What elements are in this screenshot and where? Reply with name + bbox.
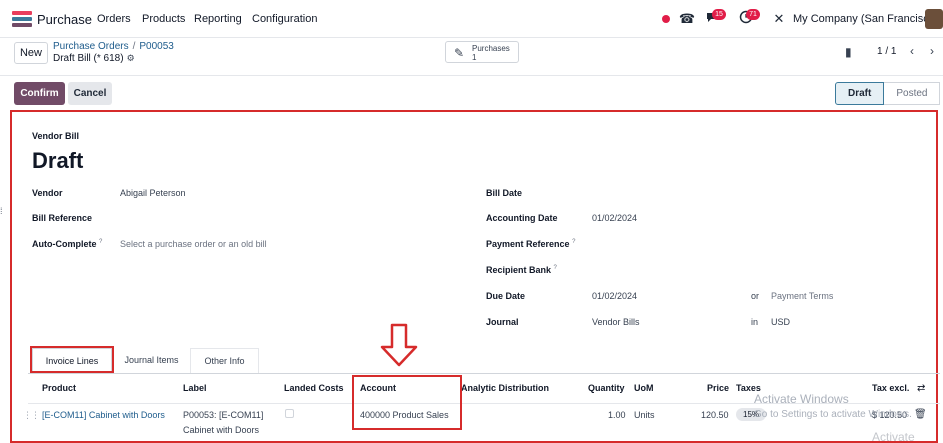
app-name[interactable]: Purchase	[37, 12, 92, 27]
user-avatar[interactable]	[925, 9, 943, 29]
bill-date-label: Bill Date	[486, 188, 523, 198]
recipient-bank-label: Recipient Bank ?	[486, 265, 557, 275]
payment-reference-label: Payment Reference ?	[486, 239, 575, 249]
column-settings-icon[interactable]: ⇄	[917, 383, 925, 394]
edit-document-icon: ✎	[454, 46, 465, 60]
menu-configuration[interactable]: Configuration	[252, 13, 317, 25]
bill-type-label: Vendor Bill	[32, 131, 80, 141]
chevron-left-icon[interactable]: ‹	[910, 44, 914, 58]
recipient-bank-label-text: Recipient Bank	[486, 265, 552, 275]
col-label[interactable]: Label	[183, 383, 207, 393]
purchases-smart-button[interactable]: ✎ Purchases 1	[445, 41, 519, 63]
auto-complete-label-text: Auto-Complete	[32, 239, 97, 249]
purchase-app-icon[interactable]	[12, 11, 32, 27]
bill-reference-label: Bill Reference	[32, 213, 93, 223]
help-mark-icon[interactable]: ?	[554, 265, 557, 271]
help-mark-icon[interactable]: ?	[99, 239, 102, 245]
watermark-corner: Activate	[872, 430, 915, 443]
journal-label: Journal	[486, 317, 519, 327]
annotation-box-invoice-lines	[30, 346, 114, 373]
row-product[interactable]: [E-COM11] Cabinet with Doors	[42, 410, 165, 420]
col-quantity[interactable]: Quantity	[588, 383, 625, 393]
trash-icon[interactable]: 🗑	[914, 409, 927, 420]
cancel-button[interactable]: Cancel	[68, 82, 112, 105]
bill-date-field[interactable]	[592, 188, 792, 200]
col-landed-costs[interactable]: Landed Costs	[284, 383, 344, 393]
menu-orders[interactable]: Orders	[97, 13, 131, 25]
menu-products[interactable]: Products	[142, 13, 185, 25]
col-analytic[interactable]: Analytic Distribution	[461, 383, 549, 393]
top-navbar: Purchase Orders Products Reporting Confi…	[0, 0, 943, 38]
auto-complete-field[interactable]: Select a purchase order or an old bill	[120, 239, 267, 249]
row-uom[interactable]: Units	[634, 410, 655, 420]
annotation-box-account	[352, 375, 462, 430]
record-name-text: Draft Bill (* 618)	[53, 53, 124, 64]
page-title: Draft	[32, 148, 84, 173]
or-label: or	[751, 291, 760, 301]
col-product[interactable]: Product	[42, 383, 76, 393]
activity-badge: 71	[746, 9, 760, 20]
auto-complete-label: Auto-Complete ?	[32, 239, 102, 249]
status-dot-icon	[662, 15, 670, 23]
status-bar: Draft Posted	[835, 82, 941, 105]
company-switcher[interactable]: My Company (San Francisco)	[793, 13, 939, 25]
landed-costs-checkbox[interactable]	[285, 409, 294, 418]
stage-posted[interactable]: Posted	[884, 82, 941, 105]
watermark-line2: Go to Settings to activate Windows.	[754, 409, 912, 420]
col-price[interactable]: Price	[707, 383, 729, 393]
row-quantity[interactable]: 1.00	[608, 410, 626, 420]
menu-reporting[interactable]: Reporting	[194, 13, 242, 25]
record-name: Draft Bill (* 618) ⚙	[53, 53, 135, 64]
left-edge-mark: ⁞	[0, 206, 3, 216]
pager-value[interactable]: 1 / 1	[877, 46, 896, 57]
stage-draft[interactable]: Draft	[835, 82, 885, 105]
tab-other-info[interactable]: Other Info	[190, 348, 259, 373]
col-uom[interactable]: UoM	[634, 383, 654, 393]
tabs-baseline	[28, 373, 940, 374]
row-label-line1[interactable]: P00053: [E-COM11]	[183, 410, 263, 420]
chevron-right-icon[interactable]: ›	[930, 44, 934, 58]
journal-field[interactable]: Vendor Bills	[592, 317, 640, 327]
vendor-label: Vendor	[32, 188, 63, 198]
chat-badge: 15	[712, 9, 726, 20]
accounting-date-field[interactable]: 01/02/2024	[592, 213, 637, 223]
help-mark-icon[interactable]: ?	[572, 239, 575, 245]
smart-button-label: Purchases	[472, 44, 510, 53]
tab-journal-items[interactable]: Journal Items	[114, 348, 189, 373]
due-date-label: Due Date	[486, 291, 526, 301]
breadcrumb-separator: /	[132, 41, 136, 52]
row-label-line2[interactable]: Cabinet with Doors	[183, 425, 259, 435]
tools-icon[interactable]: ✕	[770, 10, 788, 28]
accounting-date-label: Accounting Date	[486, 213, 558, 223]
payment-reference-label-text: Payment Reference	[486, 239, 570, 249]
payment-terms-field[interactable]: Payment Terms	[771, 291, 833, 301]
new-button[interactable]: New	[14, 42, 48, 64]
vendor-field[interactable]: Abigail Peterson	[120, 188, 186, 198]
breadcrumb: Purchase Orders / P00053	[53, 41, 174, 52]
due-date-field[interactable]: 01/02/2024	[592, 291, 637, 301]
copy-icon[interactable]: ▮	[845, 45, 852, 59]
phone-icon[interactable]: ☎	[678, 10, 696, 28]
confirm-button[interactable]: Confirm	[14, 82, 65, 105]
drag-handle-icon[interactable]: ⋮⋮	[23, 410, 40, 421]
bill-reference-field[interactable]	[120, 213, 420, 225]
breadcrumb-purchase-orders[interactable]: Purchase Orders	[53, 41, 129, 52]
annotation-arrow-down-icon	[380, 323, 418, 367]
payment-reference-field[interactable]	[592, 239, 792, 251]
gear-icon[interactable]: ⚙	[127, 53, 135, 63]
row-price[interactable]: 120.50	[701, 410, 729, 420]
currency-field[interactable]: USD	[771, 317, 790, 327]
smart-button-count: 1	[472, 53, 477, 62]
watermark-line1: Activate Windows	[754, 392, 849, 406]
control-separator	[0, 75, 943, 76]
breadcrumb-order[interactable]: P00053	[139, 41, 173, 52]
recipient-bank-field[interactable]	[592, 265, 792, 277]
in-label: in	[751, 317, 759, 327]
col-tax-excl[interactable]: Tax excl.	[872, 383, 909, 393]
